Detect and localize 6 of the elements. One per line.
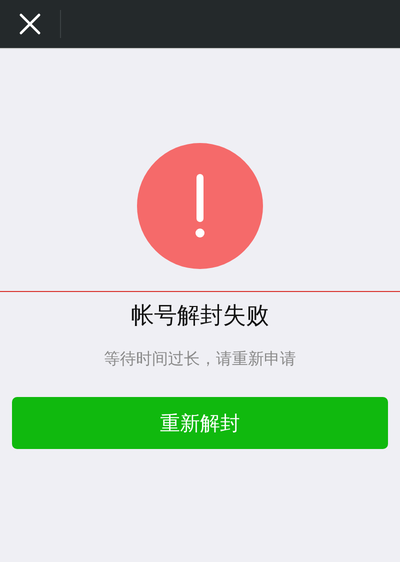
- status-message: 等待时间过长，请重新申请: [103, 348, 297, 370]
- retry-button[interactable]: 重新解封: [12, 397, 388, 449]
- exclamation-icon: [137, 143, 263, 269]
- close-button[interactable]: [18, 12, 42, 36]
- status-title: 帐号解封失败: [130, 302, 270, 331]
- close-icon: [18, 12, 42, 36]
